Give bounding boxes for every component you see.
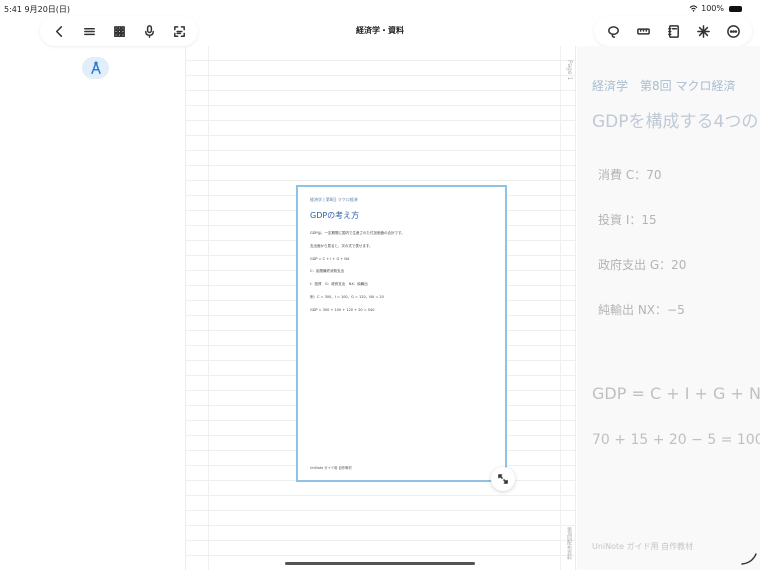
mini-line: 支出面から見ると、次の式で表せます。 [310, 243, 373, 248]
mini-line: GDP = C + I + G + NX [310, 256, 350, 261]
preview-course-label: 経済学 第8回 マクロ経済 [592, 79, 736, 93]
mini-line: GDP = 300 + 100 + 120 + 20 = 540 [310, 307, 375, 312]
mini-line: 例：C = 300、I = 100、G = 120、NX = 20 [310, 294, 384, 299]
battery-icon [729, 5, 742, 12]
mini-title: GDPの考え方 [310, 211, 360, 220]
mini-line: GDPは、一定期間に国内で生産された付加価値の合計です。 [310, 231, 405, 235]
page-margin-right [560, 46, 561, 570]
home-indicator[interactable] [285, 562, 475, 565]
preview-heading: GDPを構成する4つの [592, 112, 759, 132]
preview-panel[interactable]: 経済学 第8回 マクロ経済 GDPを構成する4つの 消費 C：70 投資 I：1… [577, 46, 760, 570]
mini-line: C：民間最終消費支出 [310, 269, 344, 274]
preview-calculation: 70 + 15 + 20 − 5 = 100 [592, 432, 760, 448]
status-bar: 5:41 9月20日(日) 100% [0, 0, 760, 16]
mini-line: I：投資 G：政府支出 NX：純輸出 [310, 282, 368, 287]
wifi-icon [689, 5, 698, 12]
page-margin-left [208, 46, 209, 570]
mini-course-label: 経済学 | 第8回 マクロ経済 [310, 197, 358, 202]
resize-handle-icon[interactable] [740, 550, 758, 566]
preview-item-investment: 投資 I：15 [598, 213, 657, 227]
status-date: 9月20日(日) [24, 5, 71, 14]
document-title: 経済学・資料 [356, 26, 404, 35]
battery-percent: 100% [701, 4, 724, 13]
preview-formula: GDP = C + I + G + NX [592, 384, 760, 403]
preview-item-government: 政府支出 G：20 [598, 258, 687, 272]
page-foot-label: 第8回配布資料 [566, 526, 572, 560]
compass-tool-button[interactable] [82, 57, 109, 79]
expand-icon [498, 474, 508, 484]
mini-footer: UniNote ガイド用 自作教材 [310, 466, 352, 470]
embedded-document[interactable]: 経済学 | 第8回 マクロ経済 GDPの考え方 GDPは、一定期間に国内で生産さ… [296, 185, 507, 482]
expand-button[interactable] [491, 467, 515, 491]
preview-item-net-exports: 純輸出 NX：−5 [598, 303, 685, 317]
status-right: 100% [689, 4, 742, 13]
page-number-label: Page 1 [566, 60, 573, 81]
preview-footer: UniNote ガイド用 自作教材 [592, 542, 694, 551]
mini-body: GDPは、一定期間に国内で生産された付加価値の合計です。 支出面から見ると、次の… [310, 231, 495, 321]
preview-item-consumption: 消費 C：70 [598, 168, 662, 182]
compass-icon [90, 61, 101, 75]
status-time: 5:41 9月20日(日) [4, 4, 70, 15]
status-clock: 5:41 [4, 5, 22, 14]
